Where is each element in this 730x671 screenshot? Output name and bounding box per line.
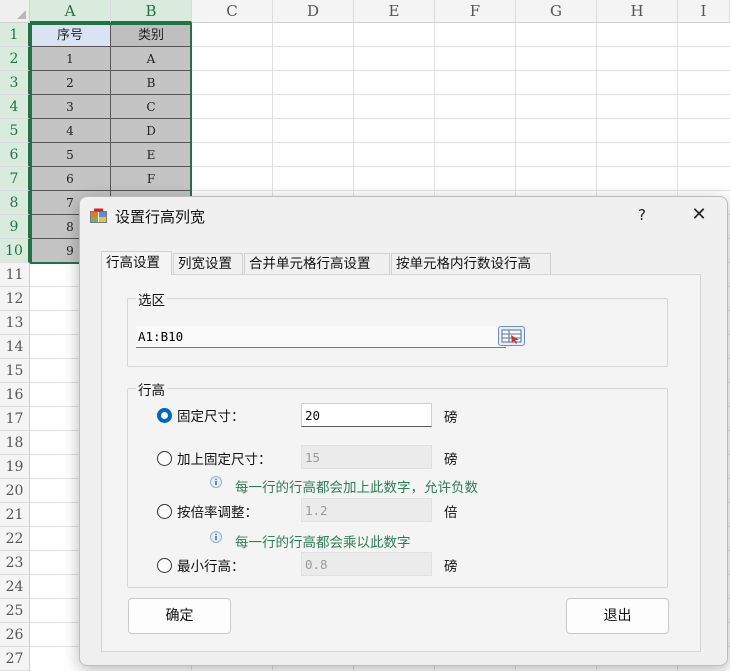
row-header[interactable]: 24	[0, 575, 30, 599]
min-height-input[interactable]	[301, 552, 432, 576]
scale-ratio-unit: 倍	[444, 505, 458, 521]
scale-ratio-radio[interactable]	[157, 504, 172, 519]
range-picker-icon	[501, 329, 522, 344]
add-fixed-size-radio[interactable]	[157, 451, 172, 466]
fixed-size-input[interactable]	[301, 403, 432, 427]
tab-height-by-line-count[interactable]: 按单元格内行数设行高	[391, 253, 551, 274]
close-button[interactable]: ✕	[684, 203, 714, 227]
add-fixed-size-input[interactable]	[301, 445, 432, 469]
cell-b6[interactable]: E	[111, 143, 192, 167]
info-icon	[210, 476, 222, 488]
row-header[interactable]: 27	[0, 647, 30, 671]
row-col-size-dialog: 设置行高列宽 ? ✕ 行高设置 列宽设置 合并单元格行高设置 按单元格内行数设行…	[79, 196, 728, 666]
row-header[interactable]: 13	[0, 311, 30, 335]
column-header-h[interactable]: H	[597, 0, 678, 23]
cell-b2[interactable]: A	[111, 47, 192, 71]
cell-b3[interactable]: B	[111, 71, 192, 95]
row-header[interactable]: 15	[0, 359, 30, 383]
min-height-unit: 磅	[444, 559, 458, 575]
close-icon: ✕	[691, 204, 707, 225]
tab-row-height[interactable]: 行高设置	[101, 251, 172, 275]
row-header[interactable]: 23	[0, 551, 30, 575]
row-header[interactable]: 3	[0, 71, 30, 95]
row-header[interactable]: 18	[0, 431, 30, 455]
fixed-size-label: 固定尺寸：	[177, 409, 245, 425]
fixed-size-radio[interactable]	[157, 408, 172, 423]
row-header[interactable]: 26	[0, 623, 30, 647]
cell-a6[interactable]: 5	[30, 143, 111, 167]
row-header[interactable]: 2	[0, 47, 30, 71]
tab-column-width[interactable]: 列宽设置	[173, 253, 243, 274]
row-header[interactable]: 4	[0, 95, 30, 119]
column-header-e[interactable]: E	[354, 0, 435, 23]
row-header[interactable]: 11	[0, 263, 30, 287]
scale-ratio-input[interactable]	[301, 498, 432, 522]
cell-a3[interactable]: 2	[30, 71, 111, 95]
row-header[interactable]: 1	[0, 23, 30, 47]
row-header[interactable]: 12	[0, 287, 30, 311]
column-header-d[interactable]: D	[273, 0, 354, 23]
row-header[interactable]: 17	[0, 407, 30, 431]
row-header[interactable]: 5	[0, 119, 30, 143]
row-header[interactable]: 7	[0, 167, 30, 191]
info-icon	[210, 531, 222, 543]
scale-ratio-label: 按倍率调整：	[177, 505, 258, 521]
cell-a2[interactable]: 1	[30, 47, 111, 71]
tab-merged-cell-height[interactable]: 合并单元格行高设置	[244, 253, 390, 274]
min-height-radio[interactable]	[157, 558, 172, 573]
column-header-i[interactable]: I	[678, 0, 730, 23]
column-header-a[interactable]: A	[30, 0, 111, 23]
help-button[interactable]: ?	[628, 203, 656, 227]
app-icon	[90, 208, 107, 223]
cell-a7[interactable]: 6	[30, 167, 111, 191]
range-input[interactable]	[136, 326, 506, 348]
cell-b1[interactable]: 类别	[111, 23, 192, 47]
row-header[interactable]: 8	[0, 191, 30, 215]
row-header[interactable]: 19	[0, 455, 30, 479]
column-header-c[interactable]: C	[192, 0, 273, 23]
row-header[interactable]: 22	[0, 527, 30, 551]
add-fixed-size-unit: 磅	[444, 452, 458, 468]
cell-b4[interactable]: C	[111, 95, 192, 119]
row-header[interactable]: 21	[0, 503, 30, 527]
column-header-g[interactable]: G	[516, 0, 597, 23]
cell-b5[interactable]: D	[111, 119, 192, 143]
cell-a5[interactable]: 4	[30, 119, 111, 143]
column-header-b[interactable]: B	[111, 0, 192, 23]
select-all-corner[interactable]	[0, 0, 30, 23]
row-header[interactable]: 20	[0, 479, 30, 503]
exit-button[interactable]: 退出	[566, 598, 669, 634]
add-fixed-size-label: 加上固定尺寸：	[177, 452, 272, 468]
scale-hint: 每一行的行高都会乘以此数字	[235, 535, 411, 551]
row-height-group-label: 行高	[136, 379, 167, 399]
column-header-f[interactable]: F	[435, 0, 516, 23]
ok-button[interactable]: 确定	[128, 598, 231, 634]
cell-a4[interactable]: 3	[30, 95, 111, 119]
add-size-hint: 每一行的行高都会加上此数字，允许负数	[235, 480, 478, 496]
cell-a1[interactable]: 序号	[30, 23, 111, 47]
range-picker-button[interactable]	[498, 326, 525, 346]
dialog-title: 设置行高列宽	[115, 208, 206, 226]
min-height-label: 最小行高：	[177, 559, 245, 575]
row-header[interactable]: 9	[0, 215, 30, 239]
selection-group-label: 选区	[136, 289, 167, 309]
cell-b7[interactable]: F	[111, 167, 192, 191]
row-header[interactable]: 14	[0, 335, 30, 359]
row-header[interactable]: 6	[0, 143, 30, 167]
row-header[interactable]: 10	[0, 239, 30, 263]
fixed-size-unit: 磅	[444, 410, 458, 426]
row-header[interactable]: 25	[0, 599, 30, 623]
row-header[interactable]: 16	[0, 383, 30, 407]
